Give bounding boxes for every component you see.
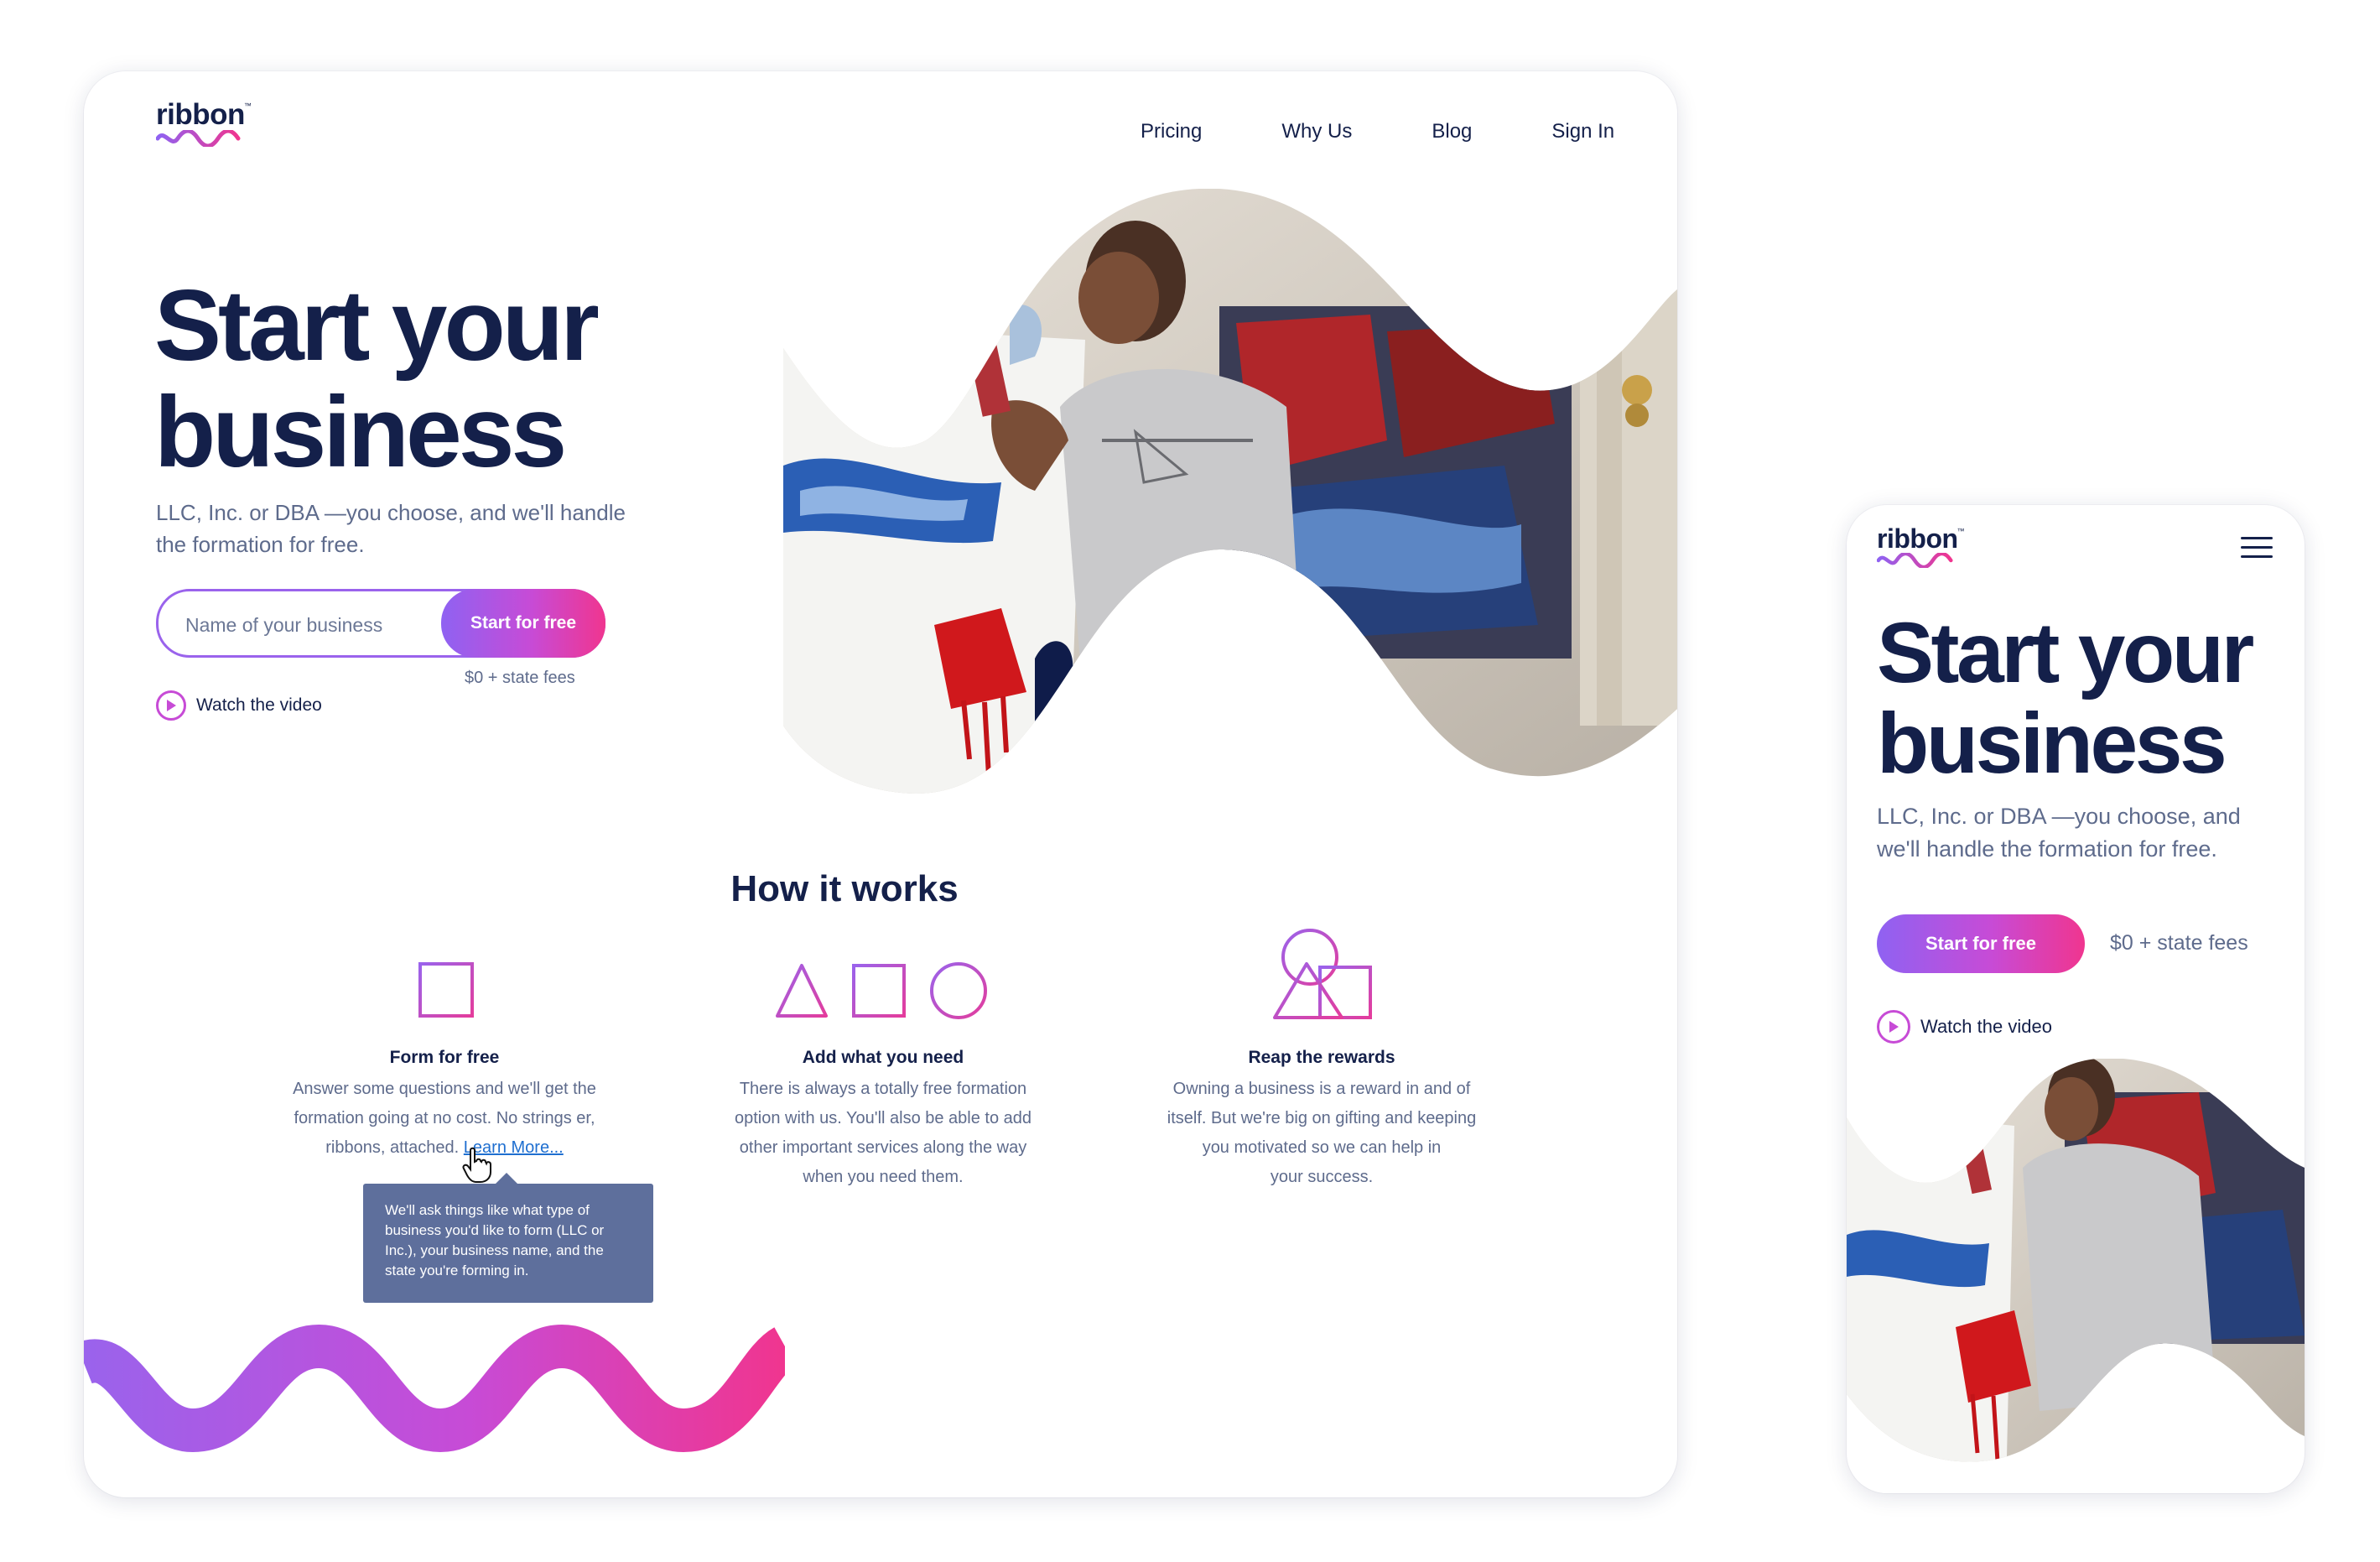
step1-desc-line2: formation going at no cost. No strings e… (294, 1109, 595, 1127)
step2-title: Add what you need (802, 1048, 964, 1067)
mobile-hero-image (1847, 1059, 2305, 1462)
step2-desc-line1: There is always a totally free formation (739, 1080, 1027, 1098)
step1-desc-line3: ribbons, attached. Learn More... (252, 1133, 637, 1163)
desktop-frame: ribbon ™ Pricing Why Us Blog Sign In Sta… (84, 71, 1677, 1497)
step3-desc-line4: your success. (1270, 1168, 1374, 1186)
mobile-start-for-free-button[interactable]: Start for free (1877, 914, 2085, 973)
nav-blog[interactable]: Blog (1432, 120, 1472, 143)
step2-desc-line3: other important services along the way (739, 1138, 1027, 1157)
mobile-hero-title-line1: Start your (1877, 605, 2254, 700)
watch-video-label: Watch the video (196, 695, 322, 715)
mobile-fees-label: $0 + state fees (2110, 931, 2248, 955)
mobile-hero-title-line2: business (1877, 695, 2227, 792)
mobile-watch-video-label: Watch the video (1920, 1016, 2052, 1037)
mobile-logo[interactable]: ribbon ™ (1877, 523, 1965, 568)
logo[interactable]: ribbon ™ (156, 98, 252, 147)
hero-subtitle: LLC, Inc. or DBA —you choose, and we'll … (156, 500, 626, 557)
logo-wave-icon (156, 130, 241, 147)
step3-title: Reap the rewards (1248, 1048, 1395, 1067)
hamburger-menu-icon[interactable] (2241, 537, 2273, 565)
mobile-hero-subtitle: LLC, Inc. or DBA —you choose, and we'll … (1877, 804, 2241, 862)
play-icon (156, 690, 186, 721)
step1-desc-line1: Answer some questions and we'll get the (293, 1080, 596, 1098)
step1-title: Form for free (389, 1048, 500, 1067)
step3-description: Owning a business is a reward in and of … (1129, 1075, 1515, 1192)
nav-sign-in[interactable]: Sign In (1551, 120, 1614, 143)
square-icon (418, 962, 474, 1018)
step2-desc-line4: when you need them. (803, 1168, 964, 1186)
step2-description: There is always a totally free formation… (690, 1075, 1076, 1192)
logo-trademark: ™ (243, 102, 252, 110)
hero-image (783, 189, 1677, 794)
hero-title: Start your business (154, 269, 600, 489)
mobile-play-icon (1877, 1010, 1910, 1044)
how-it-works-title: How it works (730, 868, 959, 909)
mobile-logo-text: ribbon (1877, 523, 1958, 554)
learn-more-tooltip: We'll ask things like what type of busin… (363, 1184, 653, 1303)
mobile-hero-title: Start your business (1877, 605, 2254, 792)
business-name-input[interactable] (184, 610, 439, 640)
watch-video-link[interactable]: Watch the video (156, 690, 322, 721)
logo-text: ribbon (156, 98, 245, 131)
step3-desc-line3: you motivated so we can help in (1202, 1138, 1442, 1157)
top-nav: Pricing Why Us Blog Sign In (1141, 120, 1614, 143)
step1-desc-last: ribbons, attached. (325, 1138, 460, 1157)
hero-title-line1: Start your (154, 269, 600, 382)
nav-pricing[interactable]: Pricing (1141, 120, 1202, 143)
fees-label: $0 + state fees (465, 669, 575, 687)
ribbon-wave-decoration (84, 1324, 785, 1453)
mobile-frame: ribbon ™ Start your business LLC, Inc. o… (1847, 505, 2305, 1493)
tooltip-arrow (495, 1173, 518, 1185)
triangle-square-circle-icon (776, 962, 987, 1019)
mobile-logo-wave-icon (1877, 553, 1953, 568)
step2-desc-line2: option with us. You'll also be able to a… (734, 1109, 1032, 1127)
hand-cursor-icon (462, 1147, 491, 1183)
mobile-watch-video-link[interactable]: Watch the video (1877, 1010, 2052, 1044)
start-for-free-button[interactable]: Start for free (441, 589, 605, 658)
business-name-form: Start for free (156, 589, 605, 658)
nav-why-us[interactable]: Why Us (1281, 120, 1352, 143)
mobile-logo-trademark: ™ (1956, 527, 1965, 535)
stacked-shapes-icon (1273, 929, 1372, 1019)
step3-desc-line2: itself. But we're big on gifting and kee… (1167, 1109, 1477, 1127)
step1-description: Answer some questions and we'll get the … (252, 1075, 637, 1163)
step3-desc-line1: Owning a business is a reward in and of (1172, 1080, 1471, 1098)
hero-title-line2: business (154, 376, 567, 489)
